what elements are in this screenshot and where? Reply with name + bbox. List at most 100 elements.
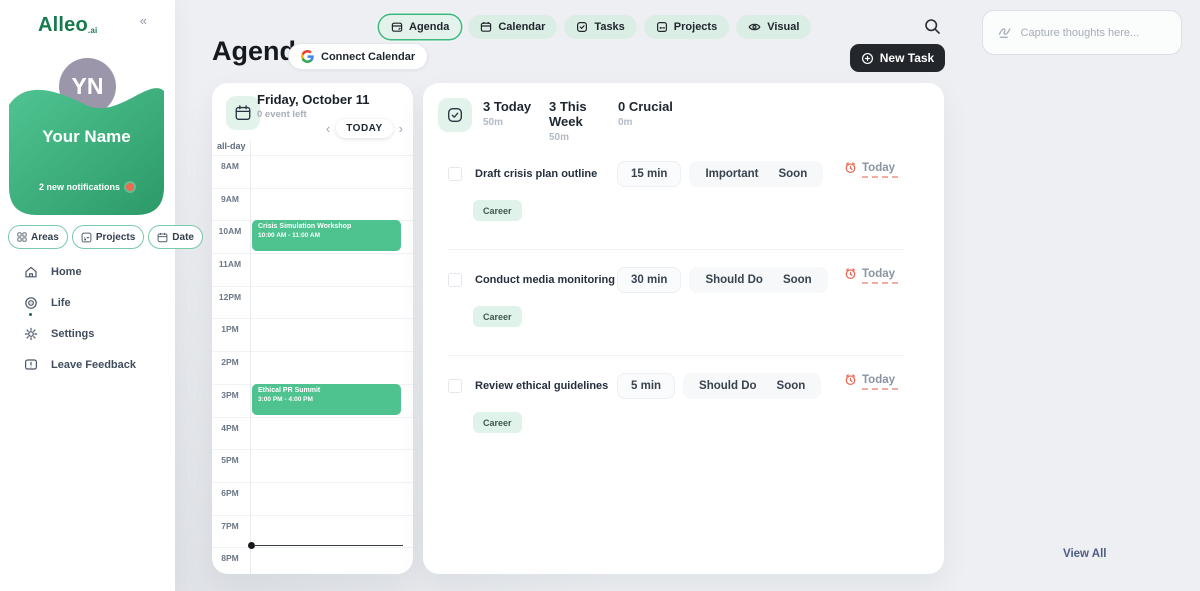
hour-label: 7PM [212, 518, 248, 531]
task-title[interactable]: Conduct media monitoring [475, 274, 617, 286]
summary-count: 0 Crucial [618, 99, 688, 114]
task-duration-pill[interactable]: 15 min [617, 161, 681, 187]
gear-icon [24, 327, 38, 341]
task-title[interactable]: Draft crisis plan outline [475, 168, 617, 180]
task-duration-pill[interactable]: 30 min [617, 267, 681, 293]
task-priority-pill[interactable]: Important Soon [689, 161, 823, 187]
new-task-button[interactable]: New Task [850, 44, 945, 72]
connect-calendar-button[interactable]: Connect Calendar [288, 43, 428, 70]
filter-areas[interactable]: Areas [8, 225, 68, 249]
event-title: Crisis Simulation Workshop [258, 223, 395, 230]
menu-label: Life [51, 297, 71, 309]
plus-icon [861, 52, 874, 65]
view-all-link[interactable]: View All [1063, 548, 1106, 560]
home-icon [24, 265, 38, 279]
alleo-logo[interactable]: Alleo.ai [38, 14, 97, 37]
task-checkbox[interactable] [448, 273, 462, 287]
connect-calendar-label: Connect Calendar [321, 51, 415, 63]
priority-label: Should Do [705, 274, 763, 286]
calendar-icon-box [226, 96, 260, 130]
collapse-sidebar-icon[interactable]: « [140, 13, 147, 28]
tag-label: Career [483, 312, 512, 322]
task-row: Review ethical guidelines 5 min Should D… [423, 356, 944, 462]
hour-row[interactable]: 5PM [212, 449, 413, 482]
tab-label: Projects [674, 21, 717, 33]
task-tag[interactable]: Career [473, 412, 522, 433]
hour-label: 4PM [212, 420, 248, 433]
tab-label: Agenda [409, 21, 449, 33]
hour-label: 9AM [212, 191, 248, 204]
task-checkbox[interactable] [448, 167, 462, 181]
hour-label: 1PM [212, 321, 248, 334]
hour-label: 6PM [212, 485, 248, 498]
filter-date[interactable]: Date [148, 225, 203, 249]
task-schedule[interactable]: Today [844, 161, 898, 178]
notification-dot-icon [126, 183, 134, 191]
feedback-icon [24, 358, 38, 372]
task-tag[interactable]: Career [473, 200, 522, 221]
hour-label: 10AM [212, 223, 248, 236]
capture-box[interactable] [982, 10, 1182, 55]
chevron-left-icon[interactable]: ‹ [324, 122, 332, 135]
tab-calendar[interactable]: Calendar [468, 15, 557, 39]
schedule-underline [862, 282, 898, 284]
chevron-right-icon[interactable]: › [397, 122, 405, 135]
day-time-grid[interactable]: all-day 8AM 9AM 10AM 11AM 12PM 1PM 2PM 3… [212, 141, 413, 574]
task-schedule[interactable]: Today [844, 267, 898, 284]
task-duration-pill[interactable]: 5 min [617, 373, 675, 399]
capture-input[interactable] [1021, 27, 1166, 39]
tab-label: Calendar [498, 21, 545, 33]
tab-agenda[interactable]: Agenda [379, 15, 461, 39]
projects-icon [81, 232, 92, 243]
sidebar-item-home[interactable]: Home [24, 265, 136, 279]
hour-row[interactable]: 2PM [212, 351, 413, 384]
hour-row[interactable]: 9AM [212, 188, 413, 221]
notifications[interactable]: 2 new notifications [9, 182, 164, 192]
search-icon[interactable] [924, 18, 944, 38]
tab-projects[interactable]: Projects [644, 15, 729, 39]
menu-label: Home [51, 266, 82, 278]
current-time-indicator[interactable] [248, 542, 403, 549]
hour-label: 12PM [212, 289, 248, 302]
all-day-label: all-day [217, 141, 246, 151]
task-title[interactable]: Review ethical guidelines [475, 380, 617, 392]
event-time: 10:00 AM - 11:00 AM [258, 232, 395, 239]
hour-row[interactable]: 1PM [212, 318, 413, 351]
tab-tasks[interactable]: Tasks [564, 15, 636, 39]
hour-row[interactable]: 6PM [212, 482, 413, 515]
sidebar-item-settings[interactable]: Settings [24, 327, 136, 341]
sidebar-item-life[interactable]: Life [24, 296, 136, 310]
hour-row[interactable]: 4PM [212, 417, 413, 450]
hour-row[interactable]: 8PM [212, 547, 413, 574]
schedule-label: Today [862, 268, 895, 280]
task-tag[interactable]: Career [473, 306, 522, 327]
hour-row[interactable]: 8AM [212, 155, 413, 188]
sidebar-item-leave-feedback[interactable]: Leave Feedback [24, 358, 136, 372]
date-icon [157, 232, 168, 243]
summary-minutes: 0m [618, 117, 688, 128]
today-button[interactable]: TODAY [336, 119, 392, 138]
calendar-event[interactable]: Crisis Simulation Workshop 10:00 AM - 11… [252, 220, 401, 251]
calendar-event[interactable]: Ethical PR Summit 3:00 PM - 4:00 PM [252, 384, 401, 415]
events-left-label: 0 event left [257, 109, 307, 120]
task-schedule[interactable]: Today [844, 373, 898, 390]
notifications-label: 2 new notifications [39, 182, 120, 192]
tasks-header: 3 Today 50m 3 This Week 50m 0 Crucial 0m [423, 83, 944, 144]
task-priority-pill[interactable]: Should Do Soon [683, 373, 821, 399]
tab-label: Tasks [594, 21, 624, 33]
hour-label: 2PM [212, 354, 248, 367]
hour-label: 11AM [212, 256, 248, 269]
task-checkbox[interactable] [448, 379, 462, 393]
hour-row[interactable]: 12PM [212, 286, 413, 319]
sidebar: Alleo.ai « YN Your Name 2 new notificati… [0, 0, 175, 591]
priority-label: Important [705, 168, 758, 180]
summary-minutes: 50m [483, 117, 549, 128]
tab-visual[interactable]: Visual [736, 15, 811, 39]
task-priority-pill[interactable]: Should Do Soon [689, 267, 827, 293]
filter-projects[interactable]: Projects [72, 225, 144, 249]
summary-this-week: 3 This Week 50m [549, 99, 618, 143]
pomodoro-icon [844, 161, 857, 174]
duration-label: 5 min [631, 380, 661, 392]
hour-row[interactable]: 11AM [212, 253, 413, 286]
schedule-underline [862, 388, 898, 390]
